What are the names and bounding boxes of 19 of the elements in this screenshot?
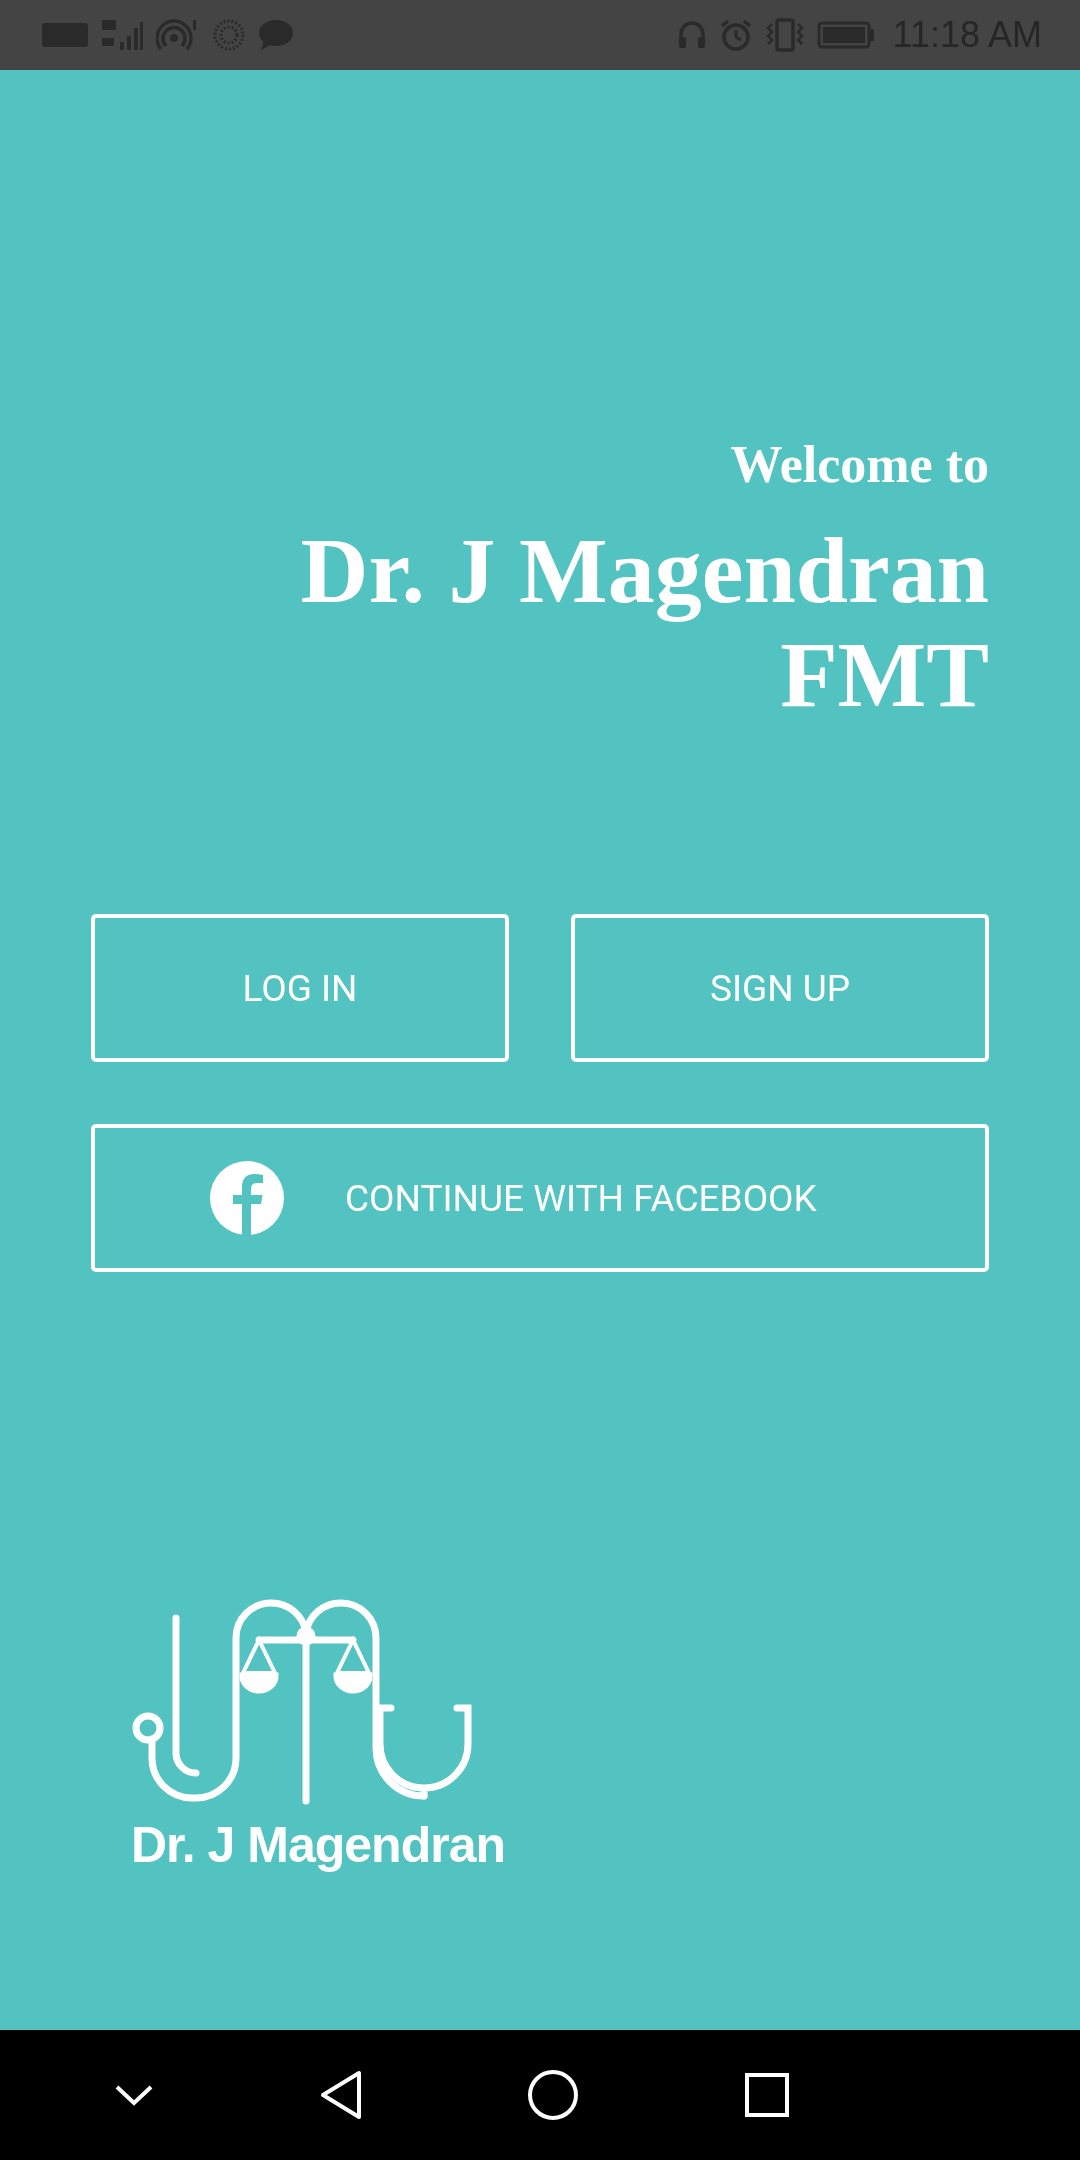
alarm-icon	[718, 18, 753, 52]
recents-icon[interactable]	[743, 2072, 790, 2118]
vibrate-icon	[764, 18, 805, 52]
facebook-button[interactable]: CONTINUE WITH FACEBOOK	[91, 1124, 989, 1273]
doctor-name-title: Dr. J Magendran	[300, 518, 989, 623]
message-icon	[258, 19, 294, 51]
chevron-down-icon[interactable]	[114, 2083, 154, 2107]
signal-icon	[100, 18, 144, 52]
headphones-icon	[676, 19, 707, 51]
welcome-text: Welcome to	[730, 435, 989, 495]
battery-icon	[816, 21, 875, 49]
facebook-icon	[209, 1160, 285, 1237]
back-icon[interactable]	[318, 2070, 363, 2120]
signup-button[interactable]: SIGN UP	[571, 914, 989, 1063]
logo-text: Dr. J Magendran	[131, 1816, 505, 1875]
doctor-name-title: FMT	[780, 622, 989, 727]
login-button[interactable]: LOG IN	[91, 914, 509, 1063]
radial-dots-icon	[212, 18, 246, 52]
home-icon[interactable]	[527, 2069, 580, 2121]
